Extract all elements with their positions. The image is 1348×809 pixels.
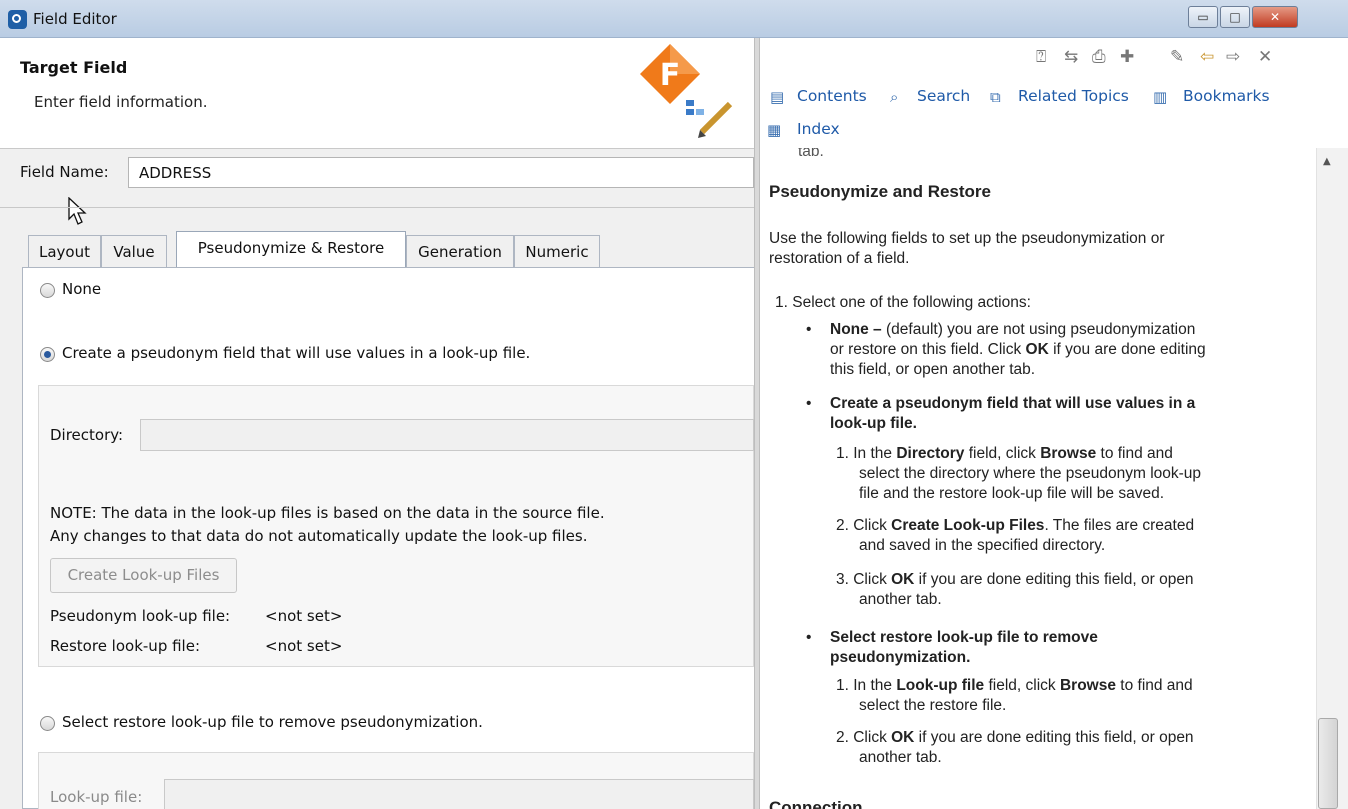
none-radio[interactable] xyxy=(40,283,55,298)
bullet-create-l2: look-up file. xyxy=(830,415,917,432)
restore-radio[interactable] xyxy=(40,716,55,731)
tab-numeric[interactable]: Numeric xyxy=(514,235,600,268)
separator xyxy=(0,207,754,208)
tab-generation[interactable]: Generation xyxy=(406,235,514,268)
logo-letter: F xyxy=(660,58,681,93)
maximize-button[interactable]: □ xyxy=(1220,6,1250,28)
bullet-none-l3: this field, or open another tab. xyxy=(830,361,1036,378)
print-icon[interactable]: ⎙ xyxy=(1092,47,1106,67)
header-title: Target Field xyxy=(20,58,128,77)
help-scrollbar[interactable] xyxy=(1316,148,1348,809)
tab-value[interactable]: Value xyxy=(101,235,167,268)
bullet-none-l2: or restore on this field. Click OK if yo… xyxy=(830,341,1206,358)
help-intro-1: Use the following fields to set up the p… xyxy=(769,230,1165,247)
create-step-2-l2: and saved in the specified directory. xyxy=(859,537,1106,554)
create-lookup-files-button[interactable]: Create Look-up Files xyxy=(50,558,237,593)
window-title: Field Editor xyxy=(33,10,117,28)
minimize-button[interactable]: ▭ xyxy=(1188,6,1218,28)
restore-option-label: Select restore look-up file to remove ps… xyxy=(62,713,483,731)
create-pseudonym-label: Create a pseudonym field that will use v… xyxy=(62,344,531,362)
bookmark-add-icon[interactable]: ✚ xyxy=(1120,47,1134,67)
create-step-3-l2: another tab. xyxy=(859,591,942,608)
bullet-create-l1: Create a pseudonym field that will use v… xyxy=(830,395,1196,412)
directory-input[interactable] xyxy=(140,419,754,451)
restore-lookup-label: Restore look-up file: xyxy=(50,637,200,655)
help-context-icon[interactable]: ⍰ xyxy=(1036,47,1046,67)
close-button[interactable]: ✕ xyxy=(1252,6,1298,28)
create-step-2: 2. Click Create Look-up Files. The files… xyxy=(836,517,1195,534)
close-view-icon[interactable]: ✕ xyxy=(1258,47,1272,67)
help-cut-top: tab. xyxy=(798,148,824,160)
search-icon: ⌕ xyxy=(890,88,899,106)
create-step-1-l3: file and the restore look-up file will b… xyxy=(859,485,1164,502)
help-cut-bottom: Connection xyxy=(769,798,863,809)
contents-icon: ▤ xyxy=(770,88,785,106)
search-link[interactable]: Search xyxy=(917,87,970,105)
bullet-none: None – (default) you are not using pseud… xyxy=(830,321,1196,338)
highlight-icon[interactable]: ✎ xyxy=(1170,47,1184,67)
index-link[interactable]: Index xyxy=(797,120,840,138)
restore-step-1: 1. In the Look-up file field, click Brow… xyxy=(836,677,1193,694)
forward-icon[interactable]: ⇨ xyxy=(1226,47,1240,67)
help-heading: Pseudonymize and Restore xyxy=(769,182,992,201)
contents-link[interactable]: Contents xyxy=(797,87,867,105)
pseudonym-lookup-label: Pseudonym look-up file: xyxy=(50,607,231,625)
create-step-1-l2: select the directory where the pseudonym… xyxy=(859,465,1202,482)
lookup-file-label: Look-up file: xyxy=(50,788,143,806)
related-topics-icon: ⧉ xyxy=(990,88,1001,106)
restore-lookup-value: <not set> xyxy=(265,637,343,655)
note-line-2: Any changes to that data do not automati… xyxy=(50,527,588,545)
scroll-up-icon[interactable]: ▲ xyxy=(1323,156,1331,167)
create-step-3: 3. Click OK if you are done editing this… xyxy=(836,571,1194,588)
field-name-label: Field Name: xyxy=(20,163,109,181)
note-line-1: NOTE: The data in the look-up files is b… xyxy=(50,504,605,522)
bookmarks-icon: ▥ xyxy=(1153,88,1168,106)
bullet-restore-l2: pseudonymization. xyxy=(830,649,971,666)
pseudonym-lookup-value: <not set> xyxy=(265,607,343,625)
header-description: Enter field information. xyxy=(34,93,208,111)
field-editor-logo-icon: F xyxy=(640,44,733,138)
tab-layout[interactable]: Layout xyxy=(28,235,101,268)
related-topics-link[interactable]: Related Topics xyxy=(1018,87,1129,105)
restore-step-2: 2. Click OK if you are done editing this… xyxy=(836,729,1194,746)
bullet-restore-l1: Select restore look-up file to remove xyxy=(830,629,1098,646)
mouse-cursor-icon xyxy=(68,197,87,225)
none-label: None xyxy=(62,280,102,298)
restore-step-1-l2: select the restore file. xyxy=(859,697,1007,714)
bookmarks-link[interactable]: Bookmarks xyxy=(1183,87,1270,105)
index-icon: ▦ xyxy=(767,121,782,139)
restore-step-2-l2: another tab. xyxy=(859,749,942,766)
field-name-input[interactable]: ADDRESS xyxy=(128,157,754,188)
app-icon xyxy=(8,10,27,29)
help-scroll-thumb[interactable] xyxy=(1318,718,1338,809)
create-step-1: 1. In the Directory field, click Browse … xyxy=(836,445,1173,462)
help-step-1: 1. Select one of the following actions: xyxy=(775,294,1031,311)
lookup-file-input[interactable] xyxy=(164,779,754,809)
help-intro-2: restoration of a field. xyxy=(769,250,910,267)
title-bar xyxy=(0,0,1348,38)
directory-label: Directory: xyxy=(50,426,124,444)
create-pseudonym-radio[interactable] xyxy=(40,347,55,362)
help-content: tab. Pseudonymize and Restore Use the fo… xyxy=(760,148,1316,809)
sync-toc-icon[interactable]: ⇆ xyxy=(1064,47,1078,67)
tab-pseudonymize-restore[interactable]: Pseudonymize & Restore xyxy=(176,231,406,267)
back-icon[interactable]: ⇦ xyxy=(1200,47,1214,67)
